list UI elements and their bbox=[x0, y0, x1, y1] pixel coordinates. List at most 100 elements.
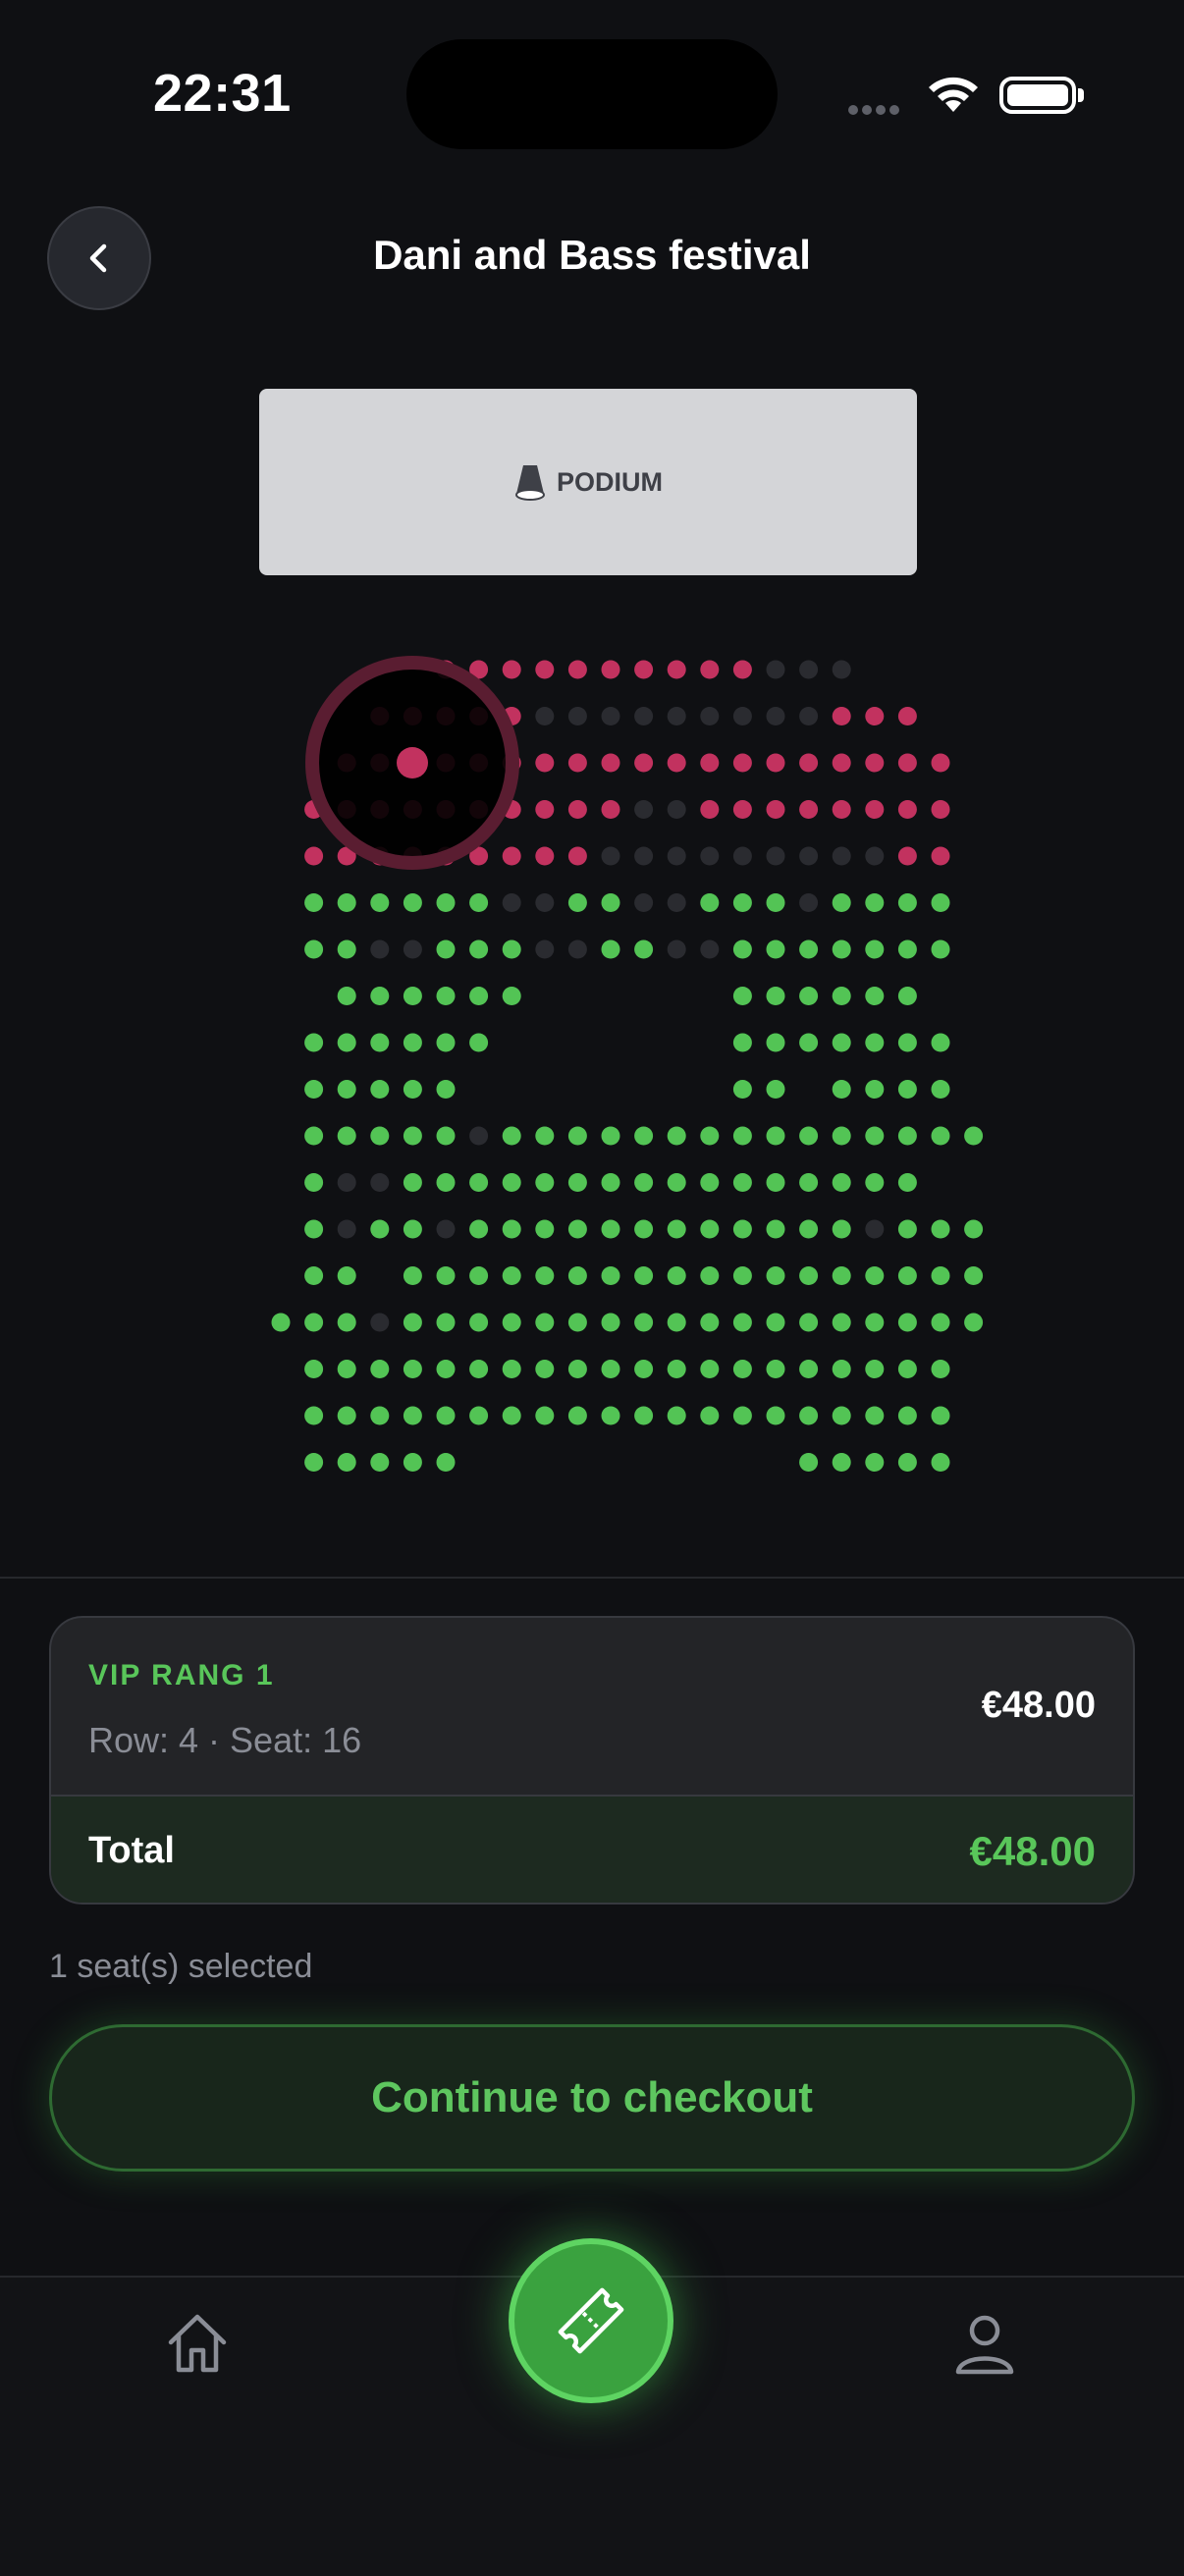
seat-regular[interactable] bbox=[337, 1266, 356, 1285]
seat-regular[interactable] bbox=[535, 1406, 555, 1425]
seat-regular[interactable] bbox=[502, 1126, 521, 1146]
seat-regular[interactable] bbox=[370, 1126, 390, 1146]
seat-regular[interactable] bbox=[567, 1219, 587, 1239]
seat-regular[interactable] bbox=[766, 987, 785, 1005]
seat-regular[interactable] bbox=[865, 1360, 885, 1378]
seat-vip[interactable] bbox=[601, 660, 620, 679]
seat-regular[interactable] bbox=[799, 1219, 819, 1239]
seat-regular[interactable] bbox=[799, 987, 819, 1005]
seat-regular[interactable] bbox=[766, 1406, 785, 1425]
seat-regular[interactable] bbox=[469, 987, 489, 1005]
seat-regular[interactable] bbox=[897, 1313, 917, 1332]
seat-regular[interactable] bbox=[567, 893, 587, 912]
seat-regular[interactable] bbox=[897, 939, 917, 959]
seat-regular[interactable] bbox=[502, 1219, 521, 1239]
seat-regular[interactable] bbox=[403, 1219, 422, 1239]
seat-regular[interactable] bbox=[502, 1266, 521, 1285]
seat-vip[interactable] bbox=[502, 660, 521, 679]
seat-regular[interactable] bbox=[502, 1406, 521, 1425]
seat-regular[interactable] bbox=[700, 1313, 720, 1332]
seat-regular[interactable] bbox=[865, 1080, 885, 1099]
seat-regular[interactable] bbox=[865, 1406, 885, 1425]
seat-regular[interactable] bbox=[832, 1080, 851, 1099]
seat-regular[interactable] bbox=[799, 1453, 819, 1472]
seat-regular[interactable] bbox=[832, 1406, 851, 1425]
seat-vip[interactable] bbox=[931, 753, 950, 773]
seat-regular[interactable] bbox=[700, 1219, 720, 1239]
seat-regular[interactable] bbox=[799, 1033, 819, 1052]
seat-regular[interactable] bbox=[897, 1126, 917, 1146]
seat-regular[interactable] bbox=[601, 1360, 620, 1378]
seat-regular[interactable] bbox=[700, 1406, 720, 1425]
seat-regular[interactable] bbox=[370, 1219, 390, 1239]
seat-regular[interactable] bbox=[403, 893, 422, 912]
seat-regular[interactable] bbox=[535, 1173, 555, 1192]
seat-regular[interactable] bbox=[634, 1126, 654, 1146]
seat-regular[interactable] bbox=[469, 893, 489, 912]
seat-vip[interactable] bbox=[931, 846, 950, 866]
seat-vip[interactable] bbox=[865, 707, 885, 725]
seat-regular[interactable] bbox=[766, 1173, 785, 1192]
seat-regular[interactable] bbox=[271, 1313, 291, 1332]
tab-home[interactable] bbox=[163, 2309, 232, 2383]
seat-regular[interactable] bbox=[502, 1313, 521, 1332]
seat-vip[interactable] bbox=[931, 800, 950, 819]
seat-regular[interactable] bbox=[667, 1219, 686, 1239]
seat-regular[interactable] bbox=[337, 1360, 356, 1378]
seat-regular[interactable] bbox=[667, 1126, 686, 1146]
seat-vip[interactable] bbox=[535, 660, 555, 679]
seat-regular[interactable] bbox=[766, 1080, 785, 1099]
seat-regular[interactable] bbox=[370, 893, 390, 912]
seat-regular[interactable] bbox=[799, 1173, 819, 1192]
seat-regular[interactable] bbox=[865, 987, 885, 1005]
seat-regular[interactable] bbox=[535, 1266, 555, 1285]
seat-regular[interactable] bbox=[897, 1406, 917, 1425]
seat-regular[interactable] bbox=[732, 1126, 752, 1146]
seat-regular[interactable] bbox=[799, 1126, 819, 1146]
seat-regular[interactable] bbox=[732, 1219, 752, 1239]
seat-regular[interactable] bbox=[700, 1266, 720, 1285]
seat-regular[interactable] bbox=[403, 1453, 422, 1472]
seat-vip[interactable] bbox=[667, 753, 686, 773]
seat-regular[interactable] bbox=[832, 1219, 851, 1239]
seat-regular[interactable] bbox=[931, 1126, 950, 1146]
seat-regular[interactable] bbox=[897, 1080, 917, 1099]
seat-regular[interactable] bbox=[766, 939, 785, 959]
seat-regular[interactable] bbox=[865, 939, 885, 959]
seat-regular[interactable] bbox=[436, 1313, 456, 1332]
seat-regular[interactable] bbox=[601, 1126, 620, 1146]
seat-regular[interactable] bbox=[436, 1360, 456, 1378]
seat-regular[interactable] bbox=[403, 1126, 422, 1146]
seat-vip[interactable] bbox=[700, 800, 720, 819]
seat-regular[interactable] bbox=[799, 1406, 819, 1425]
selected-seat-highlight[interactable] bbox=[305, 656, 519, 870]
seat-regular[interactable] bbox=[337, 987, 356, 1005]
seat-regular[interactable] bbox=[567, 1126, 587, 1146]
seat-regular[interactable] bbox=[634, 1219, 654, 1239]
seat-regular[interactable] bbox=[535, 1126, 555, 1146]
seat-regular[interactable] bbox=[931, 1360, 950, 1378]
seat-regular[interactable] bbox=[832, 1266, 851, 1285]
seat-regular[interactable] bbox=[337, 1126, 356, 1146]
seat-regular[interactable] bbox=[337, 1313, 356, 1332]
seat-regular[interactable] bbox=[304, 893, 324, 912]
seat-regular[interactable] bbox=[403, 1266, 422, 1285]
seat-regular[interactable] bbox=[865, 1313, 885, 1332]
seat-regular[interactable] bbox=[567, 1173, 587, 1192]
seat-regular[interactable] bbox=[634, 1313, 654, 1332]
seat-regular[interactable] bbox=[766, 1360, 785, 1378]
seat-regular[interactable] bbox=[964, 1126, 984, 1146]
seat-regular[interactable] bbox=[436, 1033, 456, 1052]
seat-regular[interactable] bbox=[634, 1173, 654, 1192]
seat-regular[interactable] bbox=[601, 893, 620, 912]
seat-regular[interactable] bbox=[667, 1266, 686, 1285]
seat-regular[interactable] bbox=[832, 1360, 851, 1378]
seat-regular[interactable] bbox=[700, 893, 720, 912]
seat-vip[interactable] bbox=[535, 846, 555, 866]
seat-regular[interactable] bbox=[766, 1033, 785, 1052]
seat-regular[interactable] bbox=[897, 1453, 917, 1472]
seat-regular[interactable] bbox=[634, 1266, 654, 1285]
seat-regular[interactable] bbox=[304, 1126, 324, 1146]
seat-vip[interactable] bbox=[567, 660, 587, 679]
seat-regular[interactable] bbox=[832, 987, 851, 1005]
